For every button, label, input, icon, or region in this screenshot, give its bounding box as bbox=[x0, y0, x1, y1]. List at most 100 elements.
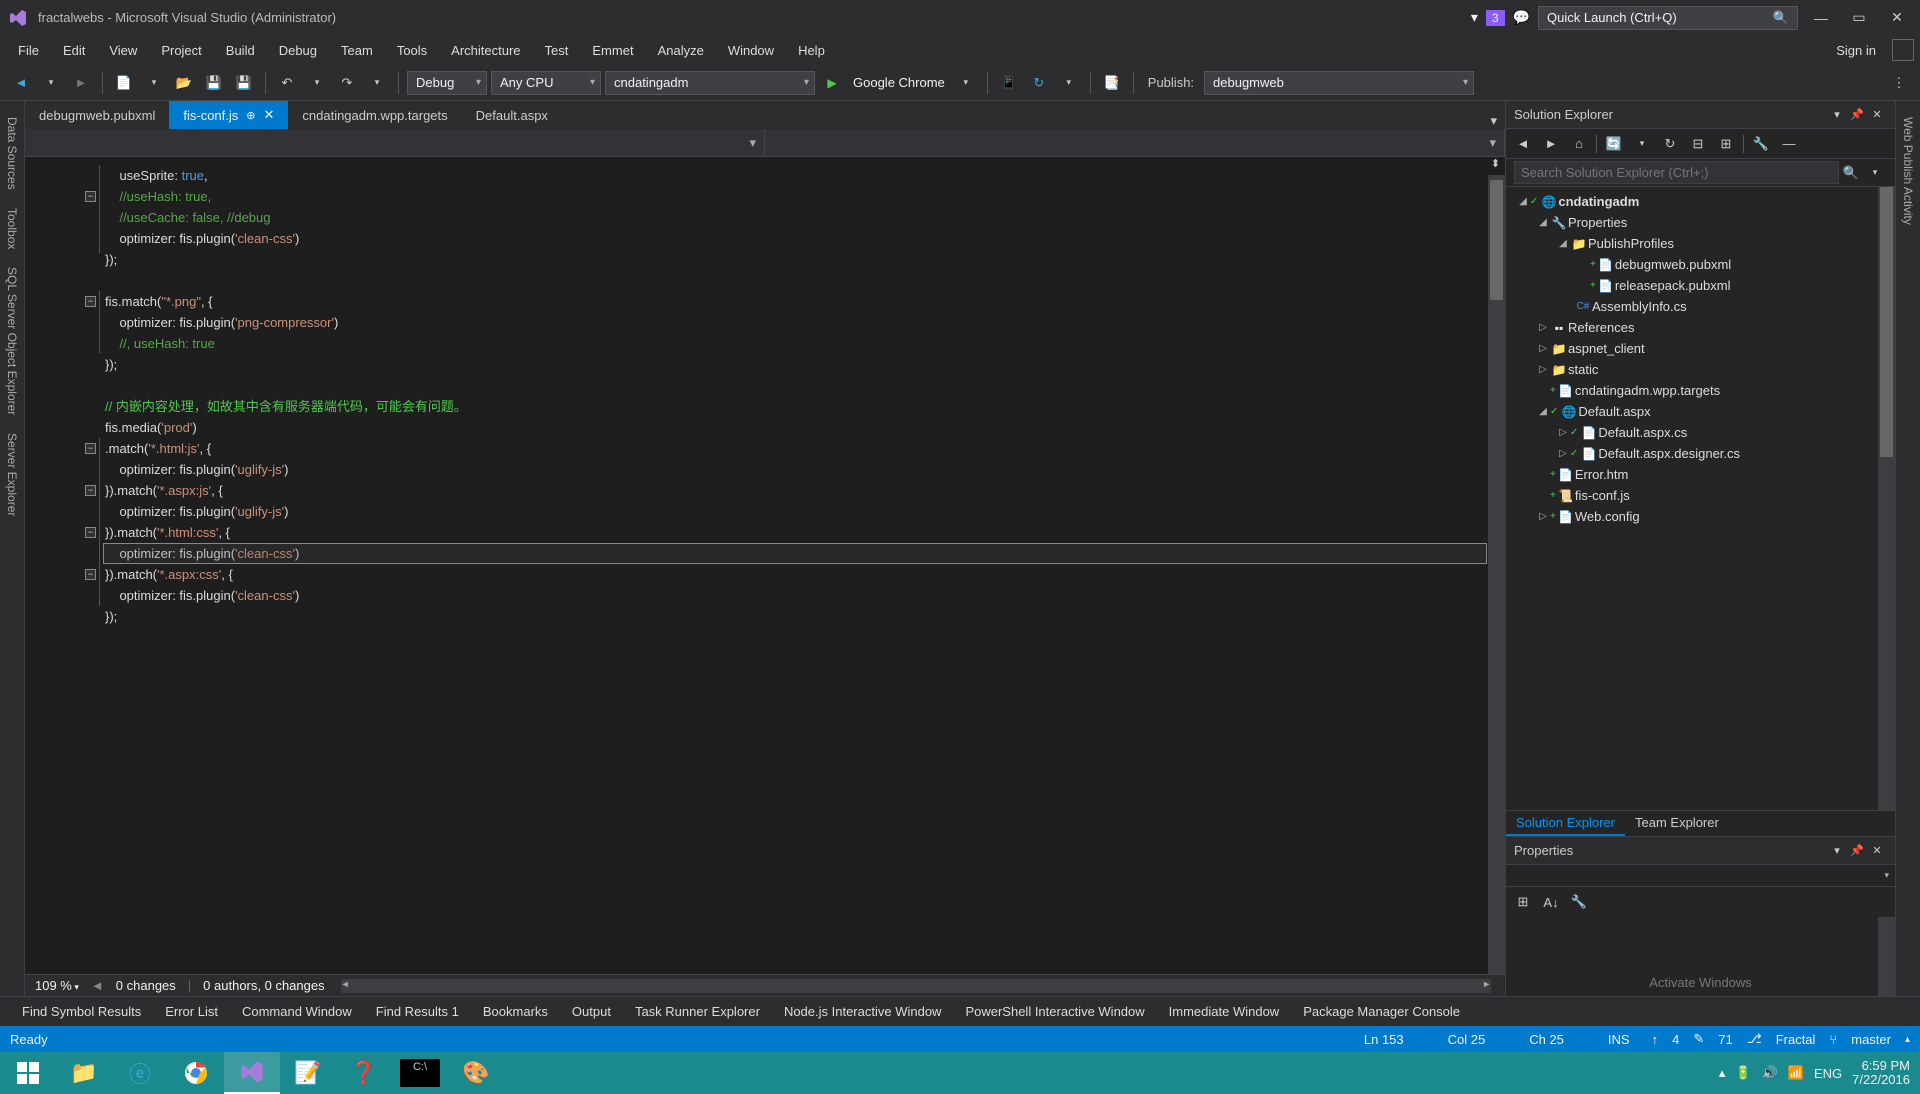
nav-forward-button[interactable]: ► bbox=[68, 70, 94, 96]
fold-icon[interactable]: − bbox=[85, 485, 96, 496]
publish-target-dropdown[interactable]: debugmweb bbox=[1204, 71, 1474, 95]
se-preview-button[interactable]: — bbox=[1778, 133, 1800, 155]
menu-test[interactable]: Test bbox=[533, 38, 581, 63]
panel-close-icon[interactable]: ✕ bbox=[1867, 108, 1887, 121]
close-tab-icon[interactable]: ✕ bbox=[263, 107, 274, 123]
panel-pin-icon[interactable]: 📌 bbox=[1847, 844, 1867, 857]
menu-debug[interactable]: Debug bbox=[267, 38, 329, 63]
props-scrollbar[interactable] bbox=[1878, 917, 1895, 996]
open-file-button[interactable]: 📂 bbox=[171, 70, 197, 96]
startup-project-dropdown[interactable]: cndatingadm bbox=[605, 71, 815, 95]
fold-icon[interactable]: − bbox=[85, 443, 96, 454]
tree-node-aspnet[interactable]: ▷📁aspnet_client bbox=[1506, 338, 1895, 359]
scroll-thumb[interactable] bbox=[1490, 180, 1503, 300]
tray-up-icon[interactable]: ▴ bbox=[1719, 1065, 1726, 1081]
save-all-button[interactable]: 💾 bbox=[231, 70, 257, 96]
props-wrench-icon[interactable]: 🔧 bbox=[1568, 891, 1590, 913]
fold-icon[interactable]: − bbox=[85, 296, 96, 307]
tree-node-static[interactable]: ▷📁static bbox=[1506, 359, 1895, 380]
se-search-input[interactable] bbox=[1514, 161, 1839, 184]
repo-icon[interactable]: ⎇ bbox=[1747, 1031, 1762, 1047]
btab-nodejs[interactable]: Node.js Interactive Window bbox=[772, 999, 954, 1024]
save-button[interactable]: 💾 bbox=[201, 70, 227, 96]
tray-lang[interactable]: ENG bbox=[1814, 1066, 1842, 1081]
tree-node-errorhtm[interactable]: +📄Error.htm bbox=[1506, 464, 1895, 485]
tree-node-releasepack[interactable]: +📄releasepack.pubxml bbox=[1506, 275, 1895, 296]
start-button[interactable] bbox=[0, 1052, 56, 1094]
minimize-button[interactable]: — bbox=[1806, 7, 1836, 29]
browser-label[interactable]: Google Chrome bbox=[849, 75, 949, 90]
btab-find-results[interactable]: Find Results 1 bbox=[364, 999, 471, 1024]
tree-node-webconfig[interactable]: ▷+📄Web.config bbox=[1506, 506, 1895, 527]
btab-output[interactable]: Output bbox=[560, 999, 623, 1024]
btab-immediate[interactable]: Immediate Window bbox=[1157, 999, 1292, 1024]
nav-member-dropdown[interactable]: ▾ bbox=[765, 129, 1505, 156]
tree-node-fisconf[interactable]: +📜fis-conf.js bbox=[1506, 485, 1895, 506]
btab-package-manager[interactable]: Package Manager Console bbox=[1291, 999, 1472, 1024]
upload-icon[interactable]: ↑ bbox=[1652, 1032, 1659, 1047]
new-project-button[interactable]: 📄 bbox=[111, 70, 137, 96]
redo-drop[interactable]: ▾ bbox=[364, 70, 390, 96]
solution-tree[interactable]: ◢✓🌐cndatingadm ◢🔧Properties ◢📁PublishPro… bbox=[1506, 187, 1895, 810]
pencil-icon[interactable]: ✎ bbox=[1693, 1031, 1704, 1047]
tree-node-defaultaspx-cs[interactable]: ▷✓📄Default.aspx.cs bbox=[1506, 422, 1895, 443]
tab-debugmweb[interactable]: debugmweb.pubxml bbox=[25, 102, 169, 129]
tree-node-debugmweb[interactable]: +📄debugmweb.pubxml bbox=[1506, 254, 1895, 275]
config-dropdown[interactable]: Debug bbox=[407, 71, 487, 95]
tray-clock[interactable]: 6:59 PM 7/22/2016 bbox=[1852, 1059, 1910, 1087]
tray-battery-icon[interactable]: 🔋 bbox=[1735, 1065, 1751, 1081]
feedback-icon[interactable]: 💬 bbox=[1513, 9, 1530, 26]
new-drop[interactable]: ▾ bbox=[141, 70, 167, 96]
split-icon[interactable]: ⬍ bbox=[1488, 157, 1503, 175]
start-debug-button[interactable]: ▶ bbox=[819, 70, 845, 96]
task-file-explorer[interactable]: 📁 bbox=[56, 1052, 112, 1094]
tree-node-defaultaspx[interactable]: ◢✓🌐Default.aspx bbox=[1506, 401, 1895, 422]
find-in-files-button[interactable]: 📑 bbox=[1099, 70, 1125, 96]
props-alpha-icon[interactable]: A↓ bbox=[1540, 891, 1562, 913]
se-properties-button[interactable]: 🔧 bbox=[1750, 133, 1772, 155]
status-repo[interactable]: Fractal bbox=[1776, 1032, 1816, 1047]
browser-drop[interactable]: ▾ bbox=[953, 70, 979, 96]
se-sync-button[interactable]: 🔄 bbox=[1603, 133, 1625, 155]
props-drop[interactable]: ▾ bbox=[1884, 870, 1889, 881]
quick-launch-input[interactable]: Quick Launch (Ctrl+Q) 🔍 bbox=[1538, 6, 1798, 30]
tree-node-wpptargets[interactable]: +📄cndatingadm.wpp.targets bbox=[1506, 380, 1895, 401]
tree-scroll-thumb[interactable] bbox=[1880, 187, 1893, 457]
tray-volume-icon[interactable]: 🔊 bbox=[1762, 1065, 1778, 1081]
se-search-drop[interactable]: ▾ bbox=[1863, 167, 1887, 178]
panel-dropdown-icon[interactable]: ▾ bbox=[1827, 108, 1847, 121]
tab-wpp-targets[interactable]: cndatingadm.wpp.targets bbox=[288, 102, 461, 129]
menu-analyze[interactable]: Analyze bbox=[646, 38, 716, 63]
btab-command-window[interactable]: Command Window bbox=[230, 999, 364, 1024]
platform-dropdown[interactable]: Any CPU bbox=[491, 71, 601, 95]
tree-node-publishprofiles[interactable]: ◢📁PublishProfiles bbox=[1506, 233, 1895, 254]
task-cmd[interactable]: C:\ bbox=[400, 1059, 440, 1087]
se-refresh-button[interactable]: ↻ bbox=[1659, 133, 1681, 155]
tab-solution-explorer[interactable]: Solution Explorer bbox=[1506, 811, 1625, 836]
user-avatar-icon[interactable] bbox=[1892, 39, 1914, 61]
se-collapse-button[interactable]: ⊟ bbox=[1687, 133, 1709, 155]
close-button[interactable]: ✕ bbox=[1882, 7, 1912, 29]
menu-architecture[interactable]: Architecture bbox=[439, 38, 532, 63]
vertical-scrollbar[interactable] bbox=[1488, 175, 1505, 974]
se-showall-button[interactable]: ⊞ bbox=[1715, 133, 1737, 155]
task-notepad[interactable]: 📝 bbox=[280, 1052, 336, 1094]
tree-node-project[interactable]: ◢✓🌐cndatingadm bbox=[1506, 191, 1895, 212]
redo-button[interactable]: ↷ bbox=[334, 70, 360, 96]
se-forward-button[interactable]: ► bbox=[1540, 133, 1562, 155]
menu-window[interactable]: Window bbox=[716, 38, 786, 63]
refresh-button[interactable]: ↻ bbox=[1026, 70, 1052, 96]
menu-help[interactable]: Help bbox=[786, 38, 837, 63]
horizontal-scrollbar[interactable] bbox=[341, 979, 1491, 993]
btab-powershell[interactable]: PowerShell Interactive Window bbox=[953, 999, 1156, 1024]
menu-team[interactable]: Team bbox=[329, 38, 385, 63]
nav-scope-dropdown[interactable]: ▾ bbox=[25, 129, 765, 156]
flag-icon[interactable]: ▾ bbox=[1471, 9, 1478, 26]
btab-error-list[interactable]: Error List bbox=[153, 999, 230, 1024]
sidetab-server-explorer[interactable]: Server Explorer bbox=[2, 425, 22, 524]
refresh-drop[interactable]: ▾ bbox=[1056, 70, 1082, 96]
sidetab-sql-server[interactable]: SQL Server Object Explorer bbox=[2, 259, 22, 423]
tray-network-icon[interactable]: 📶 bbox=[1788, 1065, 1804, 1081]
maximize-button[interactable]: ▭ bbox=[1844, 7, 1874, 29]
tree-node-properties[interactable]: ◢🔧Properties bbox=[1506, 212, 1895, 233]
